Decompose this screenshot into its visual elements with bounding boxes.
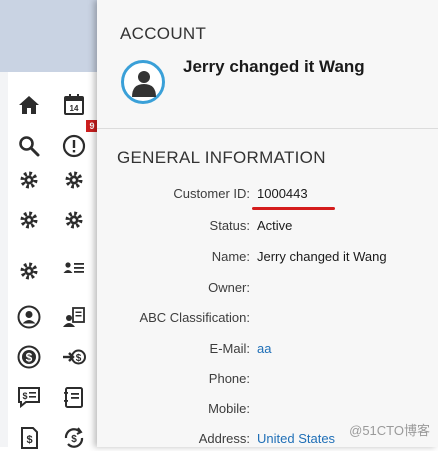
contact-list-icon[interactable] xyxy=(62,256,86,280)
gear-icon[interactable] xyxy=(62,168,86,192)
general-information-title: GENERAL INFORMATION xyxy=(117,148,326,167)
field-label: Address: xyxy=(198,431,250,446)
svg-text:$: $ xyxy=(26,351,33,365)
email-link[interactable]: aa xyxy=(257,341,271,356)
field-customer-id: Customer ID: 1000443 xyxy=(97,186,438,206)
address-link[interactable]: United States xyxy=(257,431,335,446)
section-divider xyxy=(97,128,438,129)
gear-icon[interactable] xyxy=(17,168,41,192)
field-label: Customer ID: xyxy=(173,186,250,201)
field-value: 1000443 xyxy=(257,186,308,201)
home-icon[interactable] xyxy=(17,93,41,117)
field-label: E-Mail: xyxy=(209,341,250,356)
field-label: Name: xyxy=(211,249,250,264)
svg-text:$: $ xyxy=(71,434,77,445)
field-value: Active xyxy=(257,218,293,233)
account-name: Jerry changed it Wang xyxy=(183,57,365,76)
field-label: Phone: xyxy=(208,371,250,386)
field-mobile: Mobile: xyxy=(97,401,438,421)
watermark: @51CTO博客 xyxy=(349,423,430,438)
field-owner: Owner: xyxy=(97,280,438,300)
search-icon[interactable] xyxy=(17,134,41,158)
field-label: Status: xyxy=(209,218,250,233)
notebook-icon[interactable] xyxy=(62,385,86,409)
field-label: ABC Classification: xyxy=(139,310,250,325)
dollar-circle-icon[interactable]: $ xyxy=(17,345,41,369)
highlight-underline xyxy=(252,207,335,210)
gear-icon[interactable] xyxy=(17,208,41,232)
gear-icon[interactable] xyxy=(17,259,41,283)
user-circle-icon[interactable] xyxy=(17,305,41,329)
gear-icon[interactable] xyxy=(62,208,86,232)
svg-text:$: $ xyxy=(76,353,82,364)
calendar-icon[interactable]: 14 xyxy=(62,92,86,116)
payment-arrow-icon[interactable]: $ xyxy=(62,345,86,369)
invoice-chat-icon[interactable]: $ xyxy=(17,385,41,409)
background-strip xyxy=(0,0,97,72)
field-label: Mobile: xyxy=(208,401,250,416)
dollar-document-icon[interactable]: $ xyxy=(17,426,41,450)
field-phone: Phone: xyxy=(97,371,438,391)
svg-text:$: $ xyxy=(26,434,32,446)
svg-text:$: $ xyxy=(22,391,27,401)
account-section-title: ACCOUNT xyxy=(120,24,207,43)
calendar-day: 14 xyxy=(70,104,79,113)
dollar-refresh-icon[interactable]: $ xyxy=(62,426,86,450)
field-status: Status: Active xyxy=(97,218,438,238)
person-icon xyxy=(132,71,156,97)
user-document-icon[interactable] xyxy=(62,305,86,329)
alert-icon[interactable] xyxy=(62,134,86,158)
avatar xyxy=(121,60,165,104)
field-value: Jerry changed it Wang xyxy=(257,249,387,264)
field-email: E-Mail: aa xyxy=(97,341,438,361)
field-label: Owner: xyxy=(208,280,250,295)
field-name: Name: Jerry changed it Wang xyxy=(97,249,438,269)
account-detail-panel: ACCOUNT Jerry changed it Wang GENERAL IN… xyxy=(97,0,438,447)
field-abc-classification: ABC Classification: xyxy=(97,310,438,330)
